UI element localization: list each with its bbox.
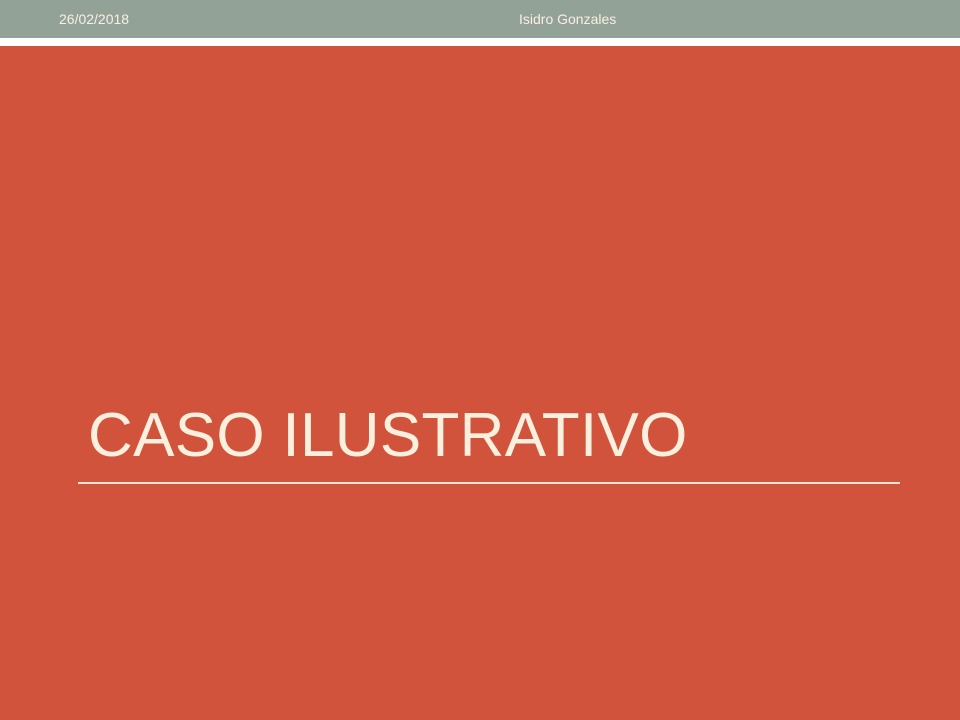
top-divider	[0, 38, 960, 46]
title-underline	[78, 482, 900, 484]
top-band: 26/02/2018 Isidro Gonzales	[0, 0, 960, 38]
slide-author: Isidro Gonzales	[519, 11, 617, 27]
slide-date: 26/02/2018	[59, 11, 130, 27]
slide-title: CASO ILUSTRATIVO	[88, 401, 688, 470]
presentation-slide: 26/02/2018 Isidro Gonzales CASO ILUSTRAT…	[0, 0, 960, 720]
